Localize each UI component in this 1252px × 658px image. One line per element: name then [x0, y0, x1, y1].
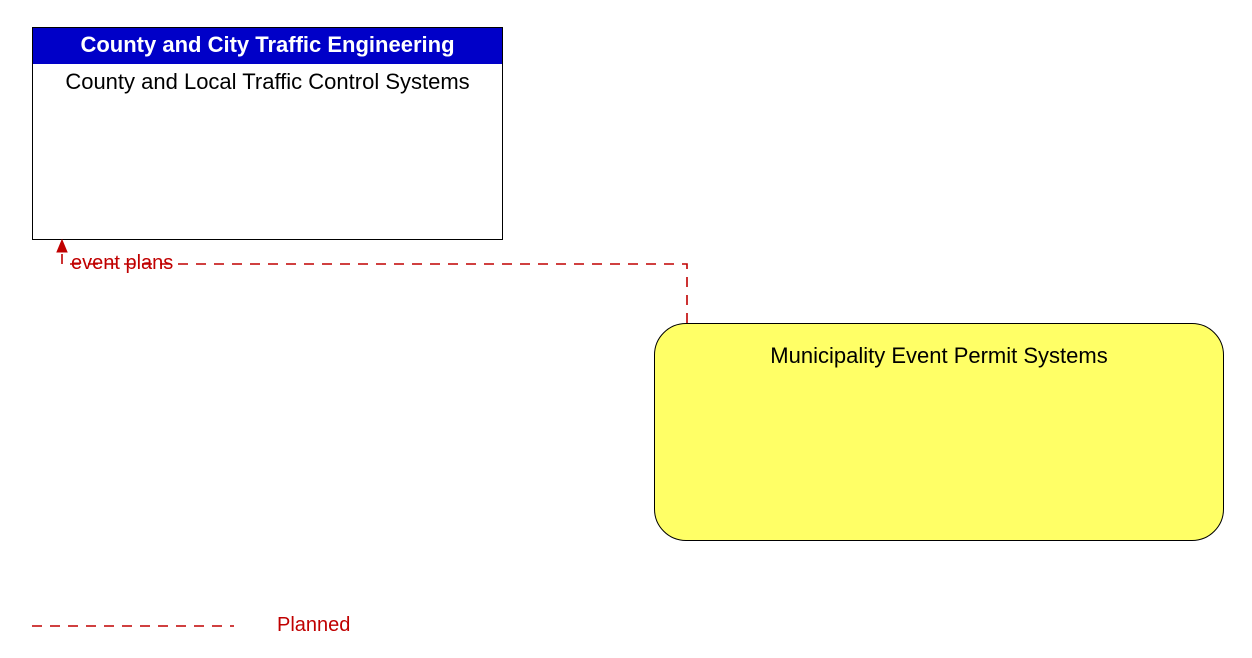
node-title-municipality-event-permit-systems: Municipality Event Permit Systems [675, 342, 1203, 370]
node-county-local-traffic-control[interactable]: County and City Traffic Engineering Coun… [32, 27, 503, 240]
legend-label-planned: Planned [277, 614, 350, 637]
node-body-county-local-traffic-control: County and Local Traffic Control Systems [33, 64, 502, 100]
flow-arrowhead-event-plans [57, 240, 67, 252]
node-header-county-city-traffic-engineering: County and City Traffic Engineering [33, 28, 502, 64]
node-municipality-event-permit-systems[interactable]: Municipality Event Permit Systems [654, 323, 1224, 541]
flow-label-event-plans: event plans [71, 252, 173, 275]
